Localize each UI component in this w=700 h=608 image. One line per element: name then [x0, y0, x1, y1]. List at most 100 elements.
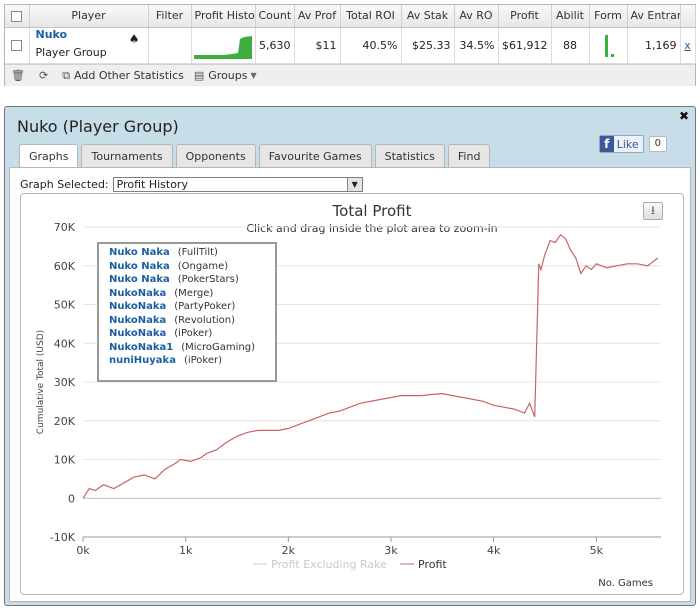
table-row[interactable]: Nuko Player Group ♠ 5,630 $11 40.5% $25.… — [5, 27, 696, 64]
legend-account-site: (iPoker) — [183, 355, 223, 366]
ability-cell: 88 — [551, 27, 590, 64]
legend-account-site: (iPoker) — [174, 328, 213, 339]
add-other-statistics-button[interactable]: ⧉ Add Other Statistics — [62, 69, 184, 83]
col-header-av-roi[interactable]: Av RO — [454, 5, 499, 28]
legend-account-name[interactable]: Nuko Naka — [109, 274, 170, 285]
col-header-count[interactable]: Count — [255, 5, 295, 28]
y-tick-label: 50K — [54, 299, 76, 312]
col-header-form[interactable]: Form — [589, 5, 628, 28]
legend-label-profit: Profit — [418, 558, 447, 571]
facebook-like-widget: f Like 0 — [598, 135, 667, 153]
grid-table: Player Filter Profit Histo Count Av Prof… — [5, 5, 696, 64]
y-tick-label: 60K — [54, 260, 76, 273]
form-cell — [589, 27, 628, 64]
tab-opponents[interactable]: Opponents — [175, 144, 256, 167]
legend-account-name[interactable]: Nuko Naka — [109, 247, 170, 258]
legend-account-row: Nuko Naka (PokerStars) — [109, 274, 265, 288]
player-cell[interactable]: Nuko Player Group ♠ — [29, 27, 149, 64]
legend-account-row: NukoNaka (Revolution) — [109, 315, 265, 329]
tab-find[interactable]: Find — [447, 144, 491, 167]
tab-favourite-games[interactable]: Favourite Games — [258, 144, 372, 167]
col-header-av-entrants[interactable]: Av Entrants — [627, 5, 681, 28]
graph-select-dropdown[interactable]: Profit History ▼ — [112, 177, 363, 192]
col-header-ability[interactable]: Abilit — [551, 5, 590, 28]
legend-account-row: NukoNaka (PartyPoker) — [109, 301, 265, 315]
x-axis-label: No. Games — [598, 578, 653, 589]
profit-histo-cell — [191, 27, 256, 64]
legend-account-row: NukoNaka1 (MicroGaming) — [109, 342, 265, 356]
groups-button[interactable]: ▤ Groups ▼ — [194, 69, 257, 82]
y-tick-label: 10K — [54, 454, 76, 467]
col-header-player[interactable]: Player — [29, 5, 149, 28]
legend-account-name[interactable]: NukoNaka1 — [109, 342, 173, 353]
chart-subtitle: Click and drag inside the plot area to z… — [246, 222, 497, 235]
groups-label: Groups — [208, 69, 248, 82]
x-tick-label: 3k — [384, 544, 398, 557]
legend-account-site: (MicroGaming) — [181, 341, 256, 353]
y-axis-label: Cumulative Total (USD) — [36, 330, 46, 434]
col-header-total-roi[interactable]: Total ROI — [340, 5, 402, 28]
player-group-label: Player Group — [35, 45, 107, 59]
delete-button[interactable]: 🗑 — [11, 69, 29, 82]
tab-tournaments[interactable]: Tournaments — [81, 144, 173, 167]
x-tick-label: 5k — [590, 544, 604, 557]
count-cell: 5,630 — [255, 27, 295, 64]
refresh-button[interactable]: ⟳ — [39, 69, 52, 82]
legend-account-name[interactable]: NukoNaka — [109, 288, 166, 299]
col-header-profit[interactable]: Profit — [498, 5, 552, 28]
select-all-checkbox[interactable] — [5, 5, 30, 28]
profit-chart[interactable]: Total Profit Click and drag inside the pl… — [20, 193, 684, 595]
y-tick-label: 20K — [54, 415, 76, 428]
add-stats-icon: ⧉ — [62, 68, 71, 82]
av-roi-cell: 34.5% — [454, 27, 499, 64]
graph-selected-label: Graph Selected: — [20, 178, 109, 191]
like-label: Like — [616, 137, 639, 151]
dialog-tabs: Graphs Tournaments Opponents Favourite G… — [19, 144, 493, 168]
legend-account-name[interactable]: NukoNaka — [109, 315, 166, 326]
remove-x[interactable]: x — [684, 39, 691, 52]
close-icon[interactable]: ✖ — [679, 109, 689, 123]
remove-row-link[interactable]: x — [680, 27, 696, 64]
legend-account-row: NukoNaka (iPoker) — [109, 328, 265, 342]
col-header-filter[interactable]: Filter — [148, 5, 192, 28]
row-checkbox[interactable] — [5, 27, 30, 64]
graph-selector-row: Graph Selected: Profit History ▼ — [20, 177, 363, 192]
legend-account-name[interactable]: nuniHuyaka — [109, 355, 176, 366]
add-stats-label: Add Other Statistics — [74, 69, 184, 82]
x-tick-label: 2k — [282, 544, 296, 557]
col-header-av-prof[interactable]: Av Prof — [294, 5, 341, 28]
y-tick-label: 30K — [54, 376, 76, 389]
like-count: 0 — [648, 136, 667, 152]
col-header-av-stake[interactable]: Av Stak — [401, 5, 455, 28]
chevron-down-icon[interactable]: ▼ — [346, 178, 362, 191]
tab-statistics[interactable]: Statistics — [374, 144, 445, 167]
trash-icon: 🗑 — [11, 69, 25, 82]
legend-account-site: (Ongame) — [177, 260, 229, 272]
legend-account-row: NukoNaka (Merge) — [109, 288, 265, 302]
legend-account-name[interactable]: Nuko Naka — [109, 261, 170, 272]
legend-account-name[interactable]: NukoNaka — [109, 301, 166, 312]
x-tick-label: 1k — [179, 544, 193, 557]
legend-account-name[interactable]: NukoNaka — [109, 328, 166, 339]
groups-icon: ▤ — [193, 69, 205, 82]
download-icon: ⭳ — [650, 202, 656, 217]
profit-sparkline — [193, 35, 252, 59]
chevron-down-icon: ▼ — [250, 71, 257, 80]
spade-icon: ♠ — [128, 31, 140, 46]
profit-cell: $61,912 — [498, 27, 552, 64]
grid-toolbar: 🗑 ⟳ ⧉ Add Other Statistics ▤ Groups ▼ — [5, 64, 695, 86]
legend-account-site: (FullTilt) — [177, 247, 218, 258]
export-button[interactable]: ⭳ — [643, 202, 663, 220]
grid-header-row: Player Filter Profit Histo Count Av Prof… — [5, 5, 696, 28]
facebook-like-button[interactable]: f Like — [598, 135, 644, 153]
filter-cell[interactable] — [148, 27, 192, 64]
tab-graphs[interactable]: Graphs — [19, 144, 79, 168]
legend-account-site: (PartyPoker) — [174, 301, 236, 312]
statistics-grid: Player Filter Profit Histo Count Av Prof… — [4, 4, 696, 86]
total-roi-cell: 40.5% — [340, 27, 402, 64]
chart-title: Total Profit — [332, 202, 412, 220]
av-prof-cell: $11 — [294, 27, 341, 64]
dialog-title: Nuko (Player Group) — [17, 117, 179, 136]
y-tick-label: 40K — [54, 337, 76, 350]
col-header-profit-histo[interactable]: Profit Histo — [191, 5, 256, 28]
